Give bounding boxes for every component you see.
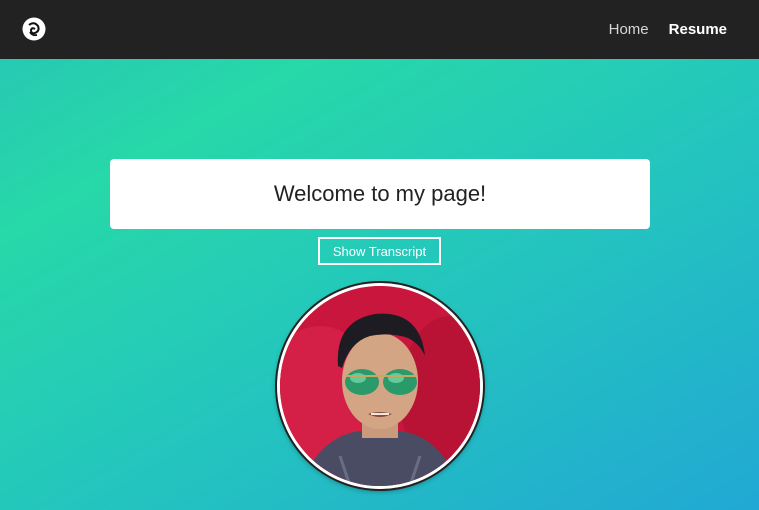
nav-resume-link[interactable]: Resume	[669, 21, 727, 38]
nav-links: Home Resume	[609, 0, 727, 59]
nav-home-link[interactable]: Home	[609, 21, 649, 38]
show-transcript-button[interactable]: Show Transcript	[318, 237, 441, 265]
profile-photo	[280, 286, 480, 486]
spiral-logo-icon[interactable]	[22, 17, 46, 41]
profile-avatar	[277, 283, 483, 489]
top-navbar: Home Resume	[0, 0, 759, 59]
welcome-card: Welcome to my page!	[110, 159, 650, 229]
welcome-heading: Welcome to my page!	[273, 181, 487, 206]
